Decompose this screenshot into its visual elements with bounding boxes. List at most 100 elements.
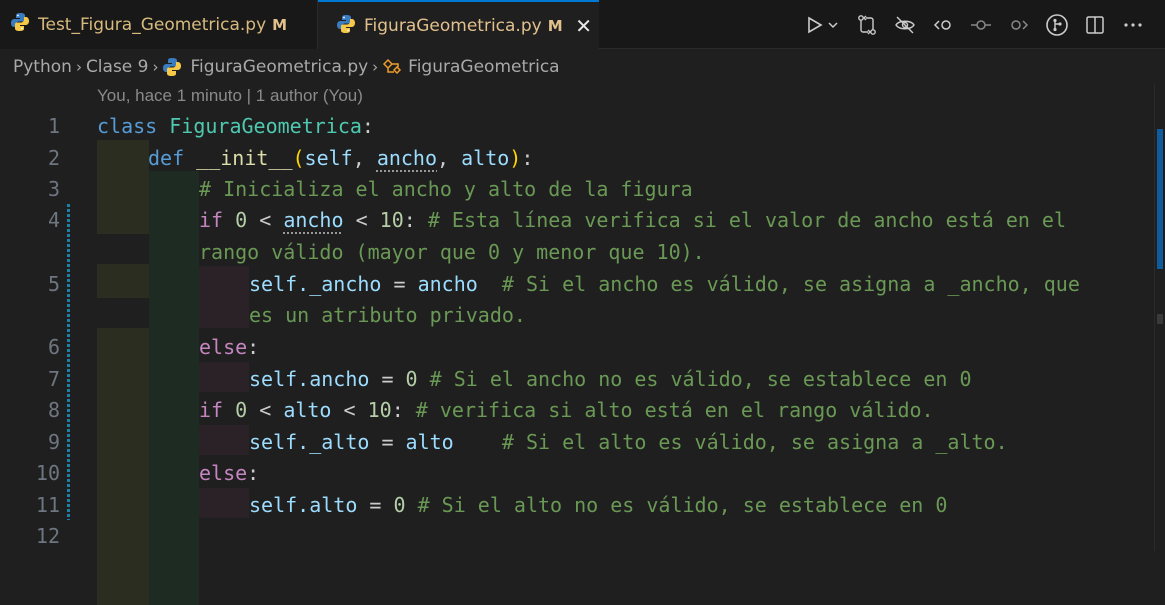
toggle-blame-button[interactable] <box>891 11 919 39</box>
line-number: 3 <box>47 177 60 201</box>
indent-guide-1 <box>97 140 149 605</box>
punctuation: : <box>521 146 534 170</box>
chevron-right-icon: › <box>152 58 159 76</box>
tab-label: FiguraGeometrica.py <box>364 16 542 36</box>
number: 0 <box>405 367 418 391</box>
python-icon <box>336 14 356 39</box>
paren: ) <box>509 146 522 170</box>
run-button[interactable] <box>803 11 843 39</box>
line-number: 12 <box>35 524 60 548</box>
close-tab-icon[interactable]: ✕ <box>573 14 595 38</box>
class-name: FiguraGeometrica <box>169 114 362 138</box>
line-number: 6 <box>47 335 60 359</box>
ellipsis-icon <box>1124 22 1142 27</box>
self: self <box>249 430 298 454</box>
punctuation: : <box>247 461 260 485</box>
spacing <box>454 430 502 454</box>
keyword: else <box>199 335 248 359</box>
more-actions-button[interactable] <box>1119 11 1147 39</box>
class-symbol-icon <box>382 58 404 76</box>
code-line: self._alto = alto # Si el alto es válido… <box>249 430 1008 454</box>
paren: ( <box>292 146 305 170</box>
chevron-right-icon: › <box>75 58 82 76</box>
number: 0 <box>235 398 248 422</box>
number: 10 <box>379 208 404 232</box>
operator: < <box>247 398 284 422</box>
number: 10 <box>367 398 392 422</box>
function-name: __init__ <box>196 146 293 170</box>
line-number: 1 <box>47 114 60 138</box>
attribute: .ancho <box>297 367 370 391</box>
modified-badge: M <box>547 17 563 35</box>
variable: alto <box>283 398 332 422</box>
punctuation: : <box>247 335 260 359</box>
punctuation: , <box>437 146 462 170</box>
operator: = <box>381 272 418 296</box>
eye-closed-icon <box>895 16 915 33</box>
previous-change-button[interactable] <box>929 11 957 39</box>
tab-test-figura-geometrica[interactable]: Test_Figura_Geometrica.py M <box>0 0 318 49</box>
code-line: self.ancho = 0 # Si el ancho no es válid… <box>249 367 971 391</box>
attribute: ._ancho <box>297 272 382 296</box>
spacing <box>478 272 502 296</box>
breadcrumb-item-file[interactable]: FiguraGeometrica.py <box>190 57 368 77</box>
git-modified-gutter <box>67 204 70 520</box>
keyword: def <box>148 146 185 170</box>
attribute: ._alto <box>297 430 370 454</box>
python-icon <box>10 12 30 37</box>
codelens-blame[interactable]: You, hace 1 minuto | 1 author (You) <box>97 86 363 106</box>
chevron-right-icon: › <box>372 58 379 76</box>
operator: = <box>357 493 394 517</box>
operator: = <box>369 430 406 454</box>
line-number: 8 <box>47 398 60 422</box>
punctuation: : <box>361 114 374 138</box>
keyword: class <box>97 114 158 138</box>
line-number: 10 <box>35 461 60 485</box>
indent-guide-3 <box>199 488 249 518</box>
git-commit-icon <box>971 19 991 30</box>
comment: # verifica si alto está en el rango váli… <box>415 398 934 422</box>
self: self <box>249 493 298 517</box>
code-line: else: <box>199 461 259 485</box>
code-line: class FiguraGeometrica: <box>97 114 374 138</box>
previous-change-icon <box>933 19 951 30</box>
comment: # Si el alto es válido, se asigna a _alt… <box>501 430 1008 454</box>
punctuation: : <box>403 208 428 232</box>
indent-guide-3 <box>199 425 249 455</box>
scrollbar-thumb[interactable] <box>1157 314 1163 324</box>
comment: # Si el ancho no es válido, se establece… <box>417 367 972 391</box>
indent-guide-3 <box>199 362 249 392</box>
vertical-scrollbar[interactable] <box>1154 84 1165 551</box>
tab-figura-geometrica[interactable]: FiguraGeometrica.py M ✕ <box>318 0 599 50</box>
run-icon <box>808 16 838 33</box>
commit-button[interactable] <box>967 11 995 39</box>
number: 0 <box>235 208 248 232</box>
next-change-button[interactable] <box>1005 11 1033 39</box>
line-number: 7 <box>47 367 60 391</box>
parameter: self <box>304 146 353 170</box>
gitlens-button[interactable] <box>1043 11 1071 39</box>
line-number: 11 <box>35 493 60 517</box>
modified-badge: M <box>272 15 288 34</box>
punctuation: , <box>352 146 377 170</box>
next-change-icon <box>1011 19 1029 30</box>
operator: = <box>369 367 406 391</box>
keyword: if <box>199 208 224 232</box>
operator: < <box>247 208 284 232</box>
split-editor-button[interactable] <box>1081 11 1109 39</box>
code-line: if 0 < ancho < 10: # Esta línea verifica… <box>199 208 1066 232</box>
breadcrumb-item-folder[interactable]: Clase 9 <box>86 57 149 77</box>
compare-changes-button[interactable] <box>853 11 881 39</box>
tab-bar: Test_Figura_Geometrica.py M FiguraGeomet… <box>0 0 1165 50</box>
attribute: .alto <box>297 493 358 517</box>
split-editor-icon <box>1086 15 1104 34</box>
breadcrumb-item-class[interactable]: FiguraGeometrica <box>408 57 559 77</box>
line-number: 4 <box>47 208 60 232</box>
code-editor[interactable]: You, hace 1 minuto | 1 author (You) 1 2 … <box>0 84 1155 605</box>
code-line: self._ancho = ancho # Si el ancho es vál… <box>249 272 1080 296</box>
line-number: 9 <box>47 430 60 454</box>
gitlens-icon <box>1046 13 1068 36</box>
editor-actions <box>803 0 1147 49</box>
breadcrumb-item-python[interactable]: Python <box>13 57 72 77</box>
scrollbar-change-marker <box>1157 129 1163 269</box>
